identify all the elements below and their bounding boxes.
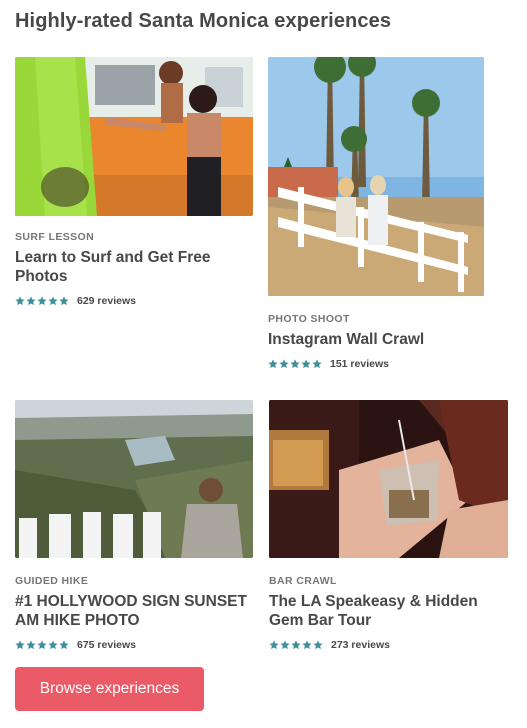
star-icon bbox=[313, 640, 323, 650]
browse-experiences-button[interactable]: Browse experiences bbox=[15, 667, 204, 711]
star-icon bbox=[302, 640, 312, 650]
rating-row: 675 reviews bbox=[15, 638, 136, 652]
rating-row: 629 reviews bbox=[15, 294, 136, 308]
star-icon bbox=[291, 640, 301, 650]
star-icon bbox=[26, 640, 36, 650]
category-label: GUIDED HIKE bbox=[15, 575, 89, 587]
hollywood-photo[interactable] bbox=[15, 400, 253, 558]
experience-title[interactable]: Learn to Surf and Get Free Photos bbox=[15, 248, 247, 286]
pier-photo[interactable] bbox=[268, 57, 484, 296]
experience-title[interactable]: Instagram Wall Crawl bbox=[268, 330, 500, 349]
star-icon bbox=[15, 640, 25, 650]
star-icon bbox=[301, 359, 311, 369]
review-count: 629 reviews bbox=[77, 295, 136, 307]
star-rating bbox=[269, 640, 323, 650]
star-icon bbox=[59, 296, 69, 306]
star-icon bbox=[26, 296, 36, 306]
star-icon bbox=[48, 296, 58, 306]
experience-title[interactable]: The LA Speakeasy & Hidden Gem Bar Tour bbox=[269, 592, 501, 630]
star-icon bbox=[59, 640, 69, 650]
review-count: 273 reviews bbox=[331, 639, 390, 651]
star-icon bbox=[48, 640, 58, 650]
category-label: PHOTO SHOOT bbox=[268, 313, 350, 325]
star-icon bbox=[312, 359, 322, 369]
rating-row: 151 reviews bbox=[268, 357, 389, 371]
star-icon bbox=[269, 640, 279, 650]
star-icon bbox=[279, 359, 289, 369]
review-count: 151 reviews bbox=[330, 358, 389, 370]
review-count: 675 reviews bbox=[77, 639, 136, 651]
star-icon bbox=[290, 359, 300, 369]
star-icon bbox=[15, 296, 25, 306]
category-label: SURF LESSON bbox=[15, 231, 95, 243]
star-rating bbox=[268, 359, 322, 369]
star-rating bbox=[15, 296, 69, 306]
category-label: BAR CRAWL bbox=[269, 575, 337, 587]
surf-photo[interactable] bbox=[15, 57, 253, 216]
star-icon bbox=[268, 359, 278, 369]
cocktail-photo[interactable] bbox=[269, 400, 508, 558]
experience-title[interactable]: #1 HOLLYWOOD SIGN SUNSET AM HIKE PHOTO bbox=[15, 592, 247, 630]
star-rating bbox=[15, 640, 69, 650]
star-icon bbox=[37, 640, 47, 650]
rating-row: 273 reviews bbox=[269, 638, 390, 652]
section-title: Highly-rated Santa Monica experiences bbox=[15, 10, 392, 32]
star-icon bbox=[37, 296, 47, 306]
star-icon bbox=[280, 640, 290, 650]
